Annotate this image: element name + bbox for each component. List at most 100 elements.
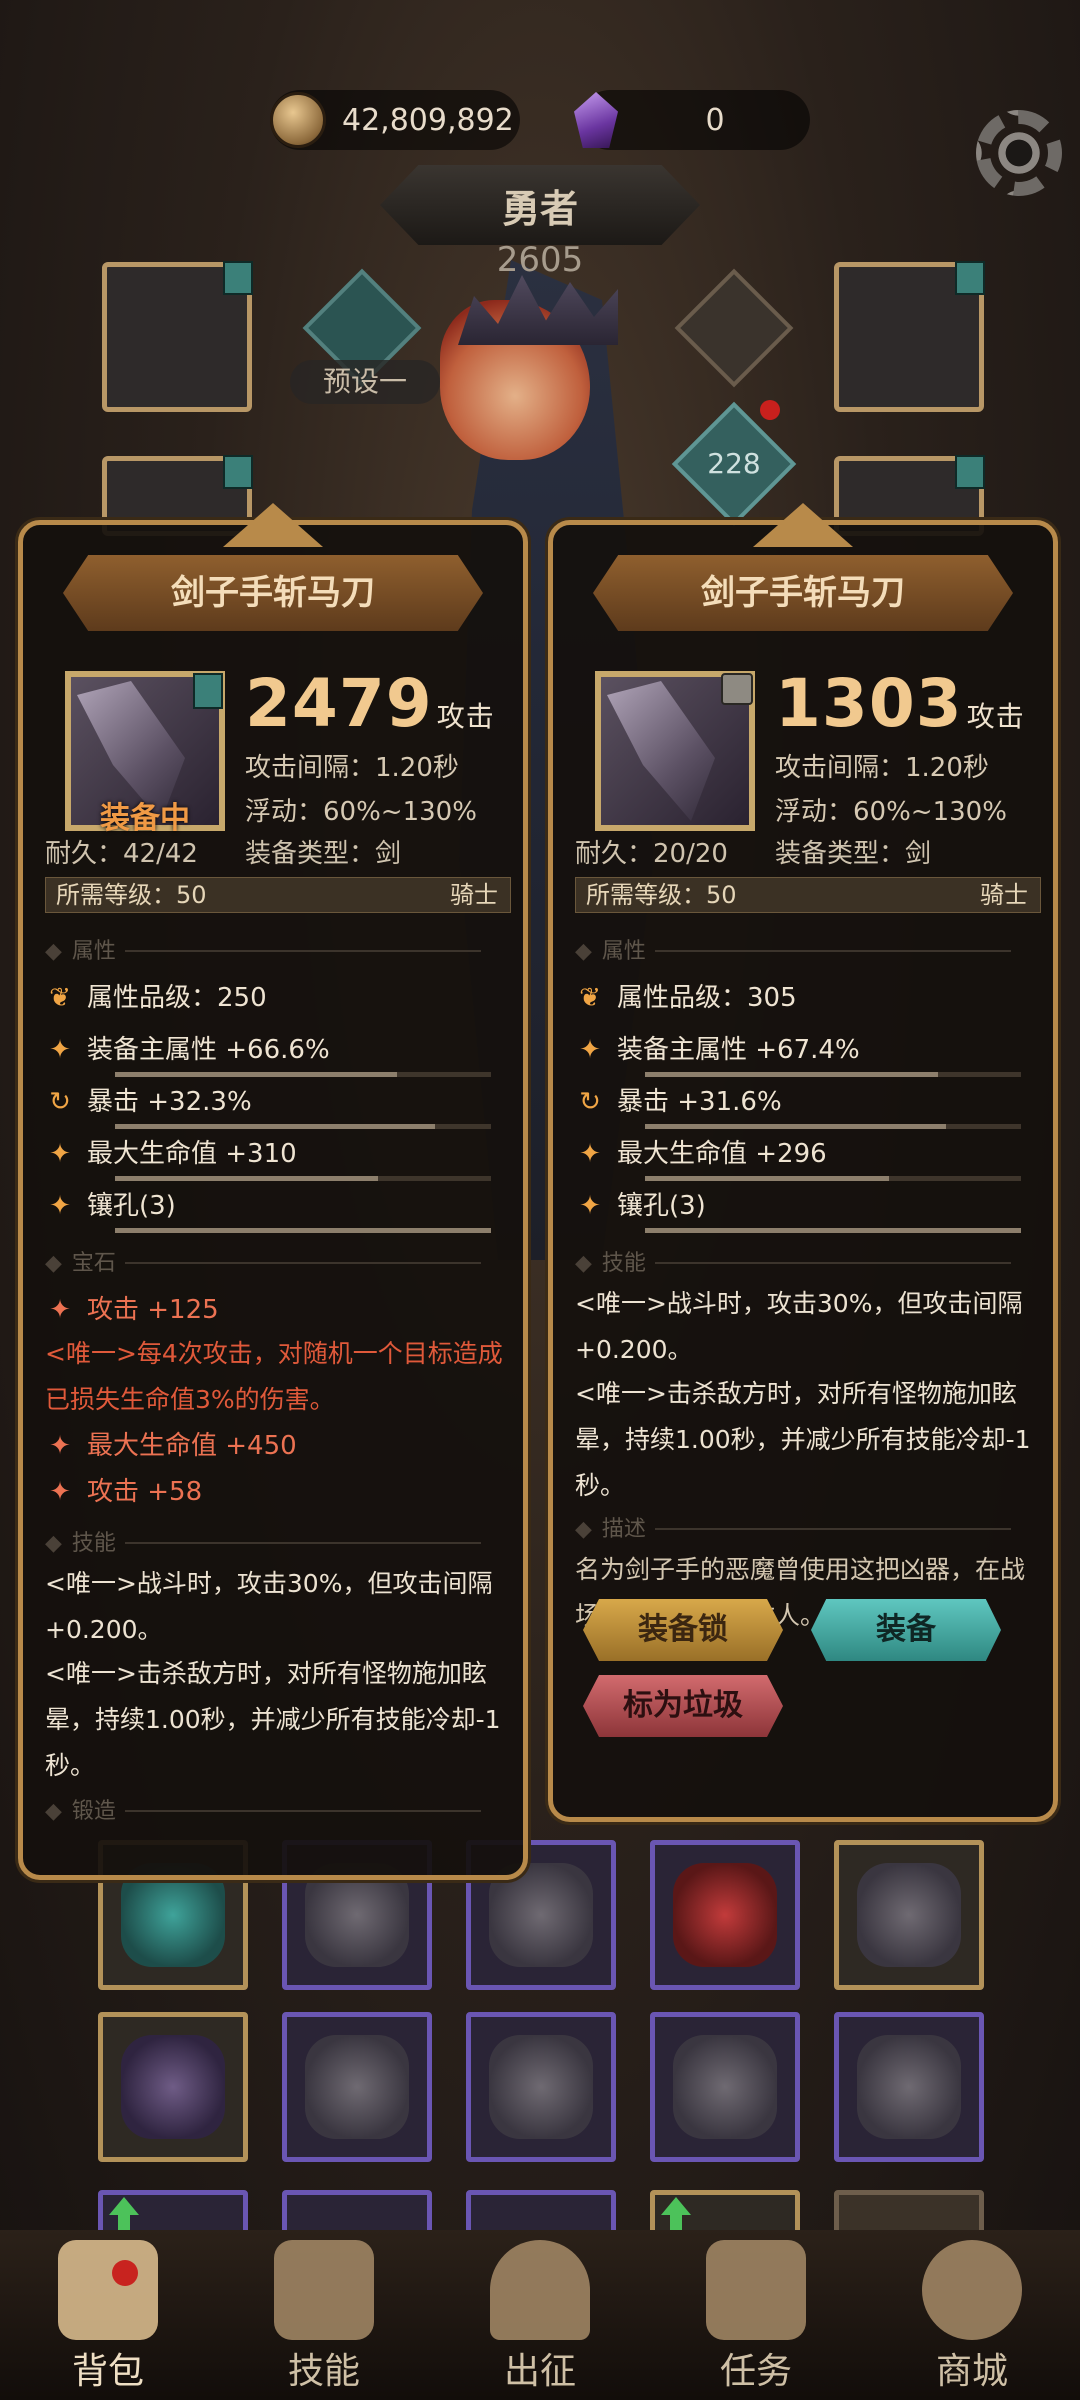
section-forge: 锻造 bbox=[45, 1793, 511, 1829]
attr-hp: ✦ 最大生命值 +296 bbox=[575, 1133, 1041, 1185]
star-icon: ✦ bbox=[49, 1191, 71, 1221]
section-attributes: 属性 bbox=[45, 933, 511, 969]
attack-interval: 攻击间隔：1.20秒 bbox=[775, 753, 989, 783]
nav-bag[interactable]: 背包 bbox=[0, 2230, 216, 2400]
item-icon bbox=[595, 671, 755, 831]
attr-crit: ↻ 暴击 +31.6% bbox=[575, 1081, 1041, 1133]
section-skills: 技能 bbox=[45, 1525, 511, 1561]
shop-crest-icon bbox=[922, 2240, 1022, 2340]
nav-label: 出征 bbox=[503, 2351, 576, 2392]
nav-label: 任务 bbox=[719, 2351, 792, 2392]
inventory-slot[interactable] bbox=[834, 2012, 984, 2162]
inventory-slot[interactable] bbox=[650, 2012, 800, 2162]
required-level: 所需等级：50 骑士 bbox=[575, 877, 1041, 913]
star-icon: ✦ bbox=[579, 1035, 601, 1065]
upgrade-marker-icon bbox=[223, 455, 253, 489]
notification-dot bbox=[112, 2260, 138, 2286]
hero-profile-icon[interactable] bbox=[674, 268, 794, 388]
item-name: 剑子手斩马刀 bbox=[63, 555, 483, 631]
attr-hp: ✦ 最大生命值 +310 bbox=[45, 1133, 511, 1185]
nav-quests[interactable]: 任务 bbox=[648, 2230, 864, 2400]
gem-attack-2: ✦ 攻击 +58 bbox=[45, 1471, 511, 1523]
settings-gear-icon[interactable] bbox=[976, 110, 1062, 196]
star-icon: ✦ bbox=[49, 1477, 71, 1507]
nav-skills[interactable]: 技能 bbox=[216, 2230, 432, 2400]
class-label: 骑士 bbox=[980, 881, 1028, 909]
required-level: 所需等级：50 骑士 bbox=[45, 877, 511, 913]
star-icon: ✦ bbox=[579, 1139, 601, 1169]
inventory-slot[interactable] bbox=[282, 2012, 432, 2162]
equip-lock-button[interactable]: 装备锁 bbox=[583, 1599, 783, 1661]
attr-grade: ❦ 属性品级：250 bbox=[45, 977, 511, 1029]
attr-crit: ↻ 暴击 +32.3% bbox=[45, 1081, 511, 1133]
swirl-icon: ↻ bbox=[49, 1087, 71, 1117]
scroll-icon bbox=[706, 2240, 806, 2340]
skill-2: <唯一>击杀敌方时，对所有怪物施加眩晕，持续1.00秒，并减少所有技能冷却-1秒… bbox=[45, 1659, 501, 1780]
backpack-icon bbox=[58, 2240, 158, 2340]
attack-interval: 攻击间隔：1.20秒 bbox=[245, 753, 459, 783]
star-icon: ✦ bbox=[49, 1139, 71, 1169]
nav-label: 背包 bbox=[71, 2351, 144, 2392]
float-range: 浮动：60%~130% bbox=[775, 797, 1007, 827]
swirl-icon: ↻ bbox=[579, 1087, 601, 1117]
notification-dot bbox=[760, 400, 780, 420]
durability: 耐久：20/20 bbox=[575, 839, 728, 869]
lotus-icon: ❦ bbox=[49, 983, 71, 1013]
attack-value: 2479 攻击 bbox=[245, 665, 495, 742]
cleaver-icon bbox=[607, 681, 715, 821]
equip-slot-helmet[interactable] bbox=[102, 261, 253, 412]
attr-main: ✦ 装备主属性 +67.4% bbox=[575, 1029, 1041, 1081]
gold-amount: 42,809,892 bbox=[342, 102, 514, 138]
skill-2: <唯一>击杀敌方时，对所有怪物施加眩晕，持续1.00秒，并减少所有技能冷却-1秒… bbox=[575, 1379, 1031, 1500]
inventory-slot[interactable] bbox=[650, 1840, 800, 1990]
attr-sockets: ✦ 镶孔(3) bbox=[575, 1185, 1041, 1237]
upgrade-marker-icon bbox=[223, 261, 253, 295]
star-icon: ✦ bbox=[49, 1431, 71, 1461]
inventory-slot[interactable] bbox=[834, 1840, 984, 1990]
star-icon: ✦ bbox=[579, 1191, 601, 1221]
attr-grade: ❦ 属性品级：305 bbox=[575, 977, 1041, 1029]
attr-sockets: ✦ 镶孔(3) bbox=[45, 1185, 511, 1237]
upgrade-arrow-icon bbox=[109, 2197, 139, 2233]
gem-unique-text: <唯一>每4次攻击，对随机一个目标造成已损失生命值3%的伤害。 bbox=[45, 1339, 503, 1414]
resource-bar: 42,809,892 0 bbox=[270, 90, 830, 150]
crossed-swords-icon bbox=[490, 2240, 590, 2340]
equip-button[interactable]: 装备 bbox=[811, 1599, 1001, 1661]
gold-counter: 42,809,892 bbox=[270, 90, 520, 150]
lotus-icon: ❦ bbox=[579, 983, 601, 1013]
mark-trash-button[interactable]: 标为垃圾 bbox=[583, 1675, 783, 1737]
skill-1: <唯一>战斗时，攻击30%，但攻击间隔+0.200。 bbox=[575, 1289, 1023, 1364]
preset-label[interactable]: 预设一 bbox=[290, 360, 440, 404]
class-label: 骑士 bbox=[450, 881, 498, 909]
inventory-slot[interactable] bbox=[98, 2012, 248, 2162]
level-badge-text: 228 bbox=[707, 447, 761, 480]
gem-hp: ✦ 最大生命值 +450 bbox=[45, 1425, 511, 1477]
nav-shop[interactable]: 商城 bbox=[864, 2230, 1080, 2400]
skill-book-icon bbox=[274, 2240, 374, 2340]
upgrade-marker-icon bbox=[193, 673, 223, 709]
upgrade-marker-icon bbox=[955, 261, 985, 295]
inventory-slot[interactable] bbox=[466, 2012, 616, 2162]
equipped-label: 装备中 bbox=[100, 801, 190, 836]
gem-counter: 0 bbox=[574, 90, 810, 150]
upgrade-marker-icon bbox=[955, 455, 985, 489]
lock-icon bbox=[721, 673, 753, 705]
skill-1: <唯一>战斗时，攻击30%，但攻击间隔+0.200。 bbox=[45, 1569, 493, 1644]
item-name: 剑子手斩马刀 bbox=[593, 555, 1013, 631]
attr-main: ✦ 装备主属性 +66.6% bbox=[45, 1029, 511, 1081]
equip-slot-accessory[interactable] bbox=[834, 261, 985, 412]
star-icon: ✦ bbox=[49, 1295, 71, 1325]
attack-value: 1303 攻击 bbox=[775, 665, 1025, 742]
gem-amount: 0 bbox=[705, 102, 725, 138]
nav-battle[interactable]: 出征 bbox=[432, 2230, 648, 2400]
section-skills: 技能 bbox=[575, 1245, 1041, 1281]
weapon-type: 装备类型：剑 bbox=[775, 839, 932, 869]
game-screen: 42,809,892 0 勇者 2605 预设一 228 剑子手斩马刀 装备中 … bbox=[0, 0, 1080, 2400]
durability: 耐久：42/42 bbox=[45, 839, 198, 869]
hero-power: 2605 bbox=[496, 240, 584, 280]
section-attributes: 属性 bbox=[575, 933, 1041, 969]
section-description: 描述 bbox=[575, 1511, 1041, 1547]
upgrade-arrow-icon bbox=[661, 2197, 691, 2233]
compare-item-panel: 剑子手斩马刀 1303 攻击 攻击间隔：1.20秒 浮动：60%~130% 耐久：… bbox=[548, 503, 1058, 1822]
nav-label: 技能 bbox=[287, 2351, 360, 2392]
